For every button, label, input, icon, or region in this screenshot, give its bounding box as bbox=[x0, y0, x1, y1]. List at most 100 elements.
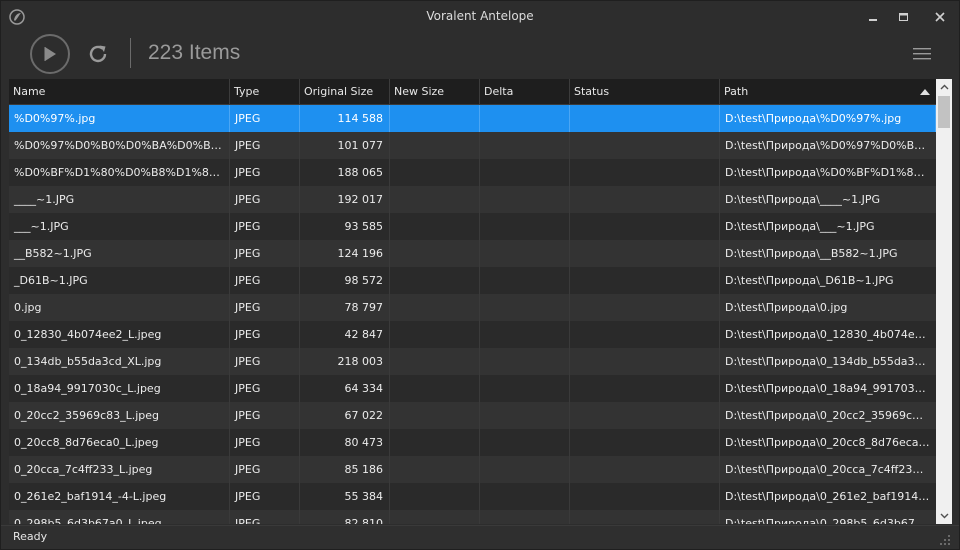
scroll-up-button[interactable] bbox=[936, 79, 952, 95]
cell-delta bbox=[480, 483, 570, 510]
cell-type: JPEG bbox=[230, 240, 300, 267]
scroll-down-button[interactable] bbox=[936, 508, 952, 524]
cell-original-size: 93 585 bbox=[300, 213, 390, 240]
app-window: Voralent Antelope 223 Items Name Type Or… bbox=[0, 0, 960, 550]
cell-status bbox=[570, 429, 720, 456]
column-header-type[interactable]: Type bbox=[230, 79, 300, 104]
table-row[interactable]: 0_20cc8_8d76eca0_L.jpeg JPEG 80 473 D:\test… bbox=[9, 429, 936, 456]
cell-name: 0_20cc2_35969c83_L.jpeg bbox=[9, 402, 230, 429]
cell-path: D:\test\Природа\0_20cca_7c4ff233_L.jpeg bbox=[725, 463, 936, 476]
cell-original-size: 80 473 bbox=[300, 429, 390, 456]
cell-path: D:\test\Природа\0_20cc8_8d76eca0_L.jpeg bbox=[725, 436, 936, 449]
minimize-button[interactable] bbox=[859, 7, 889, 27]
column-header-path-label: Path bbox=[724, 85, 749, 98]
cell-status bbox=[570, 294, 720, 321]
cell-name: ____~1.JPG bbox=[9, 186, 230, 213]
status-text: Ready bbox=[13, 530, 48, 543]
cell-delta bbox=[480, 429, 570, 456]
cell-status bbox=[570, 456, 720, 483]
cell-new-size bbox=[390, 294, 480, 321]
cell-name: 0_20cc8_8d76eca0_L.jpeg bbox=[9, 429, 230, 456]
cell-type: JPEG bbox=[230, 267, 300, 294]
window-title: Voralent Antelope bbox=[426, 9, 534, 23]
cell-delta bbox=[480, 402, 570, 429]
close-button[interactable] bbox=[925, 7, 955, 27]
cell-delta bbox=[480, 510, 570, 524]
vertical-scrollbar[interactable] bbox=[936, 79, 952, 524]
table-row[interactable]: ___~1.JPG JPEG 93 585 D:\test\Природа\___~1… bbox=[9, 213, 936, 240]
cell-status bbox=[570, 213, 720, 240]
cell-path: D:\test\Природа\0.jpg bbox=[725, 301, 848, 314]
cell-name: 0_261e2_baf1914_-4-L.jpeg bbox=[9, 483, 230, 510]
table-row[interactable]: %D0%97%D0%B0%D0%BA%D0%B0%D... JPEG 101 077… bbox=[9, 132, 936, 159]
cell-original-size: 85 186 bbox=[300, 456, 390, 483]
column-header-original-size[interactable]: Original Size bbox=[300, 79, 390, 104]
table-row[interactable]: 0_20cca_7c4ff233_L.jpeg JPEG 85 186 D:\test… bbox=[9, 456, 936, 483]
cell-original-size: 64 334 bbox=[300, 375, 390, 402]
cell-path: D:\test\Природа\__B582~1.JPG bbox=[725, 247, 898, 260]
chevron-down-icon bbox=[940, 513, 948, 519]
title-bar[interactable]: Voralent Antelope bbox=[1, 1, 959, 33]
start-optimization-button[interactable] bbox=[30, 34, 70, 74]
cell-delta bbox=[480, 240, 570, 267]
cell-name: ___~1.JPG bbox=[9, 213, 230, 240]
sort-ascending-icon bbox=[920, 89, 930, 95]
table-row[interactable]: _D61B~1.JPG JPEG 98 572 D:\test\Природа\_D6… bbox=[9, 267, 936, 294]
cell-delta bbox=[480, 132, 570, 159]
cell-new-size bbox=[390, 375, 480, 402]
maximize-button[interactable] bbox=[889, 7, 919, 27]
column-header-new-size[interactable]: New Size bbox=[390, 79, 480, 104]
cell-name: %D0%97%.jpg bbox=[9, 105, 230, 132]
table-row[interactable]: 0_12830_4b074ee2_L.jpeg JPEG 42 847 D:\test… bbox=[9, 321, 936, 348]
cell-new-size bbox=[390, 483, 480, 510]
cell-original-size: 188 065 bbox=[300, 159, 390, 186]
column-header-name[interactable]: Name bbox=[9, 79, 230, 104]
cell-delta bbox=[480, 294, 570, 321]
cell-new-size bbox=[390, 186, 480, 213]
cell-original-size: 124 196 bbox=[300, 240, 390, 267]
chevron-up-icon bbox=[940, 84, 948, 90]
cell-new-size bbox=[390, 321, 480, 348]
cell-new-size bbox=[390, 132, 480, 159]
resize-grip-icon[interactable] bbox=[939, 534, 951, 546]
refresh-button[interactable] bbox=[85, 41, 111, 67]
table-row[interactable]: %D0%BF%D1%80%D0%B8%D1%80%D... JPEG 188 065… bbox=[9, 159, 936, 186]
cell-type: JPEG bbox=[230, 375, 300, 402]
table-row[interactable]: 0.jpg JPEG 78 797 D:\test\Природа\0.jpg bbox=[9, 294, 936, 321]
cell-delta bbox=[480, 159, 570, 186]
cell-status bbox=[570, 348, 720, 375]
cell-name: 0_20cca_7c4ff233_L.jpeg bbox=[9, 456, 230, 483]
table-row[interactable]: 0_298b5_6d3b67a0_L.jpeg JPEG 82 810 D:\test… bbox=[9, 510, 936, 524]
grid-header: Name Type Original Size New Size Delta S… bbox=[9, 79, 936, 105]
cell-type: JPEG bbox=[230, 429, 300, 456]
column-header-path[interactable]: Path bbox=[720, 79, 936, 104]
main-menu-button[interactable] bbox=[912, 46, 932, 62]
table-row[interactable]: 0_261e2_baf1914_-4-L.jpeg JPEG 55 384 D:\te… bbox=[9, 483, 936, 510]
table-row[interactable]: ____~1.JPG JPEG 192 017 D:\test\Природа\___… bbox=[9, 186, 936, 213]
table-row[interactable]: 0_18a94_9917030c_L.jpeg JPEG 64 334 D:\test… bbox=[9, 375, 936, 402]
cell-path: D:\test\Природа\%D0%BF%D1%80%... bbox=[725, 166, 936, 179]
scroll-thumb[interactable] bbox=[938, 96, 950, 128]
cell-new-size bbox=[390, 213, 480, 240]
cell-path: D:\test\Природа\0_20cc2_35969c83_L.jpeg bbox=[725, 409, 936, 422]
cell-new-size bbox=[390, 429, 480, 456]
column-header-status[interactable]: Status bbox=[570, 79, 720, 104]
table-row[interactable]: 0_20cc2_35969c83_L.jpeg JPEG 67 022 D:\test… bbox=[9, 402, 936, 429]
cell-type: JPEG bbox=[230, 213, 300, 240]
cell-original-size: 67 022 bbox=[300, 402, 390, 429]
column-header-delta[interactable]: Delta bbox=[480, 79, 570, 104]
cell-type: JPEG bbox=[230, 105, 300, 132]
hamburger-menu-icon bbox=[913, 48, 931, 60]
cell-path: D:\test\Природа\0_298b5_6d3b67a0_L... bbox=[725, 517, 936, 524]
cell-path: D:\test\Природа\0_18a94_9917030c_L.jpeg bbox=[725, 382, 936, 395]
cell-path: D:\test\Природа\_D61B~1.JPG bbox=[725, 274, 894, 287]
cell-type: JPEG bbox=[230, 402, 300, 429]
cell-status bbox=[570, 105, 720, 132]
table-row[interactable]: %D0%97%.jpg JPEG 114 588 D:\test\Природа\%D… bbox=[9, 105, 936, 132]
cell-original-size: 78 797 bbox=[300, 294, 390, 321]
cell-delta bbox=[480, 348, 570, 375]
cell-new-size bbox=[390, 105, 480, 132]
table-row[interactable]: 0_134db_b55da3cd_XL.jpg JPEG 218 003 D:\tes… bbox=[9, 348, 936, 375]
table-row[interactable]: __B582~1.JPG JPEG 124 196 D:\test\Природа\_… bbox=[9, 240, 936, 267]
cell-path: D:\test\Природа\____~1.JPG bbox=[725, 193, 880, 206]
